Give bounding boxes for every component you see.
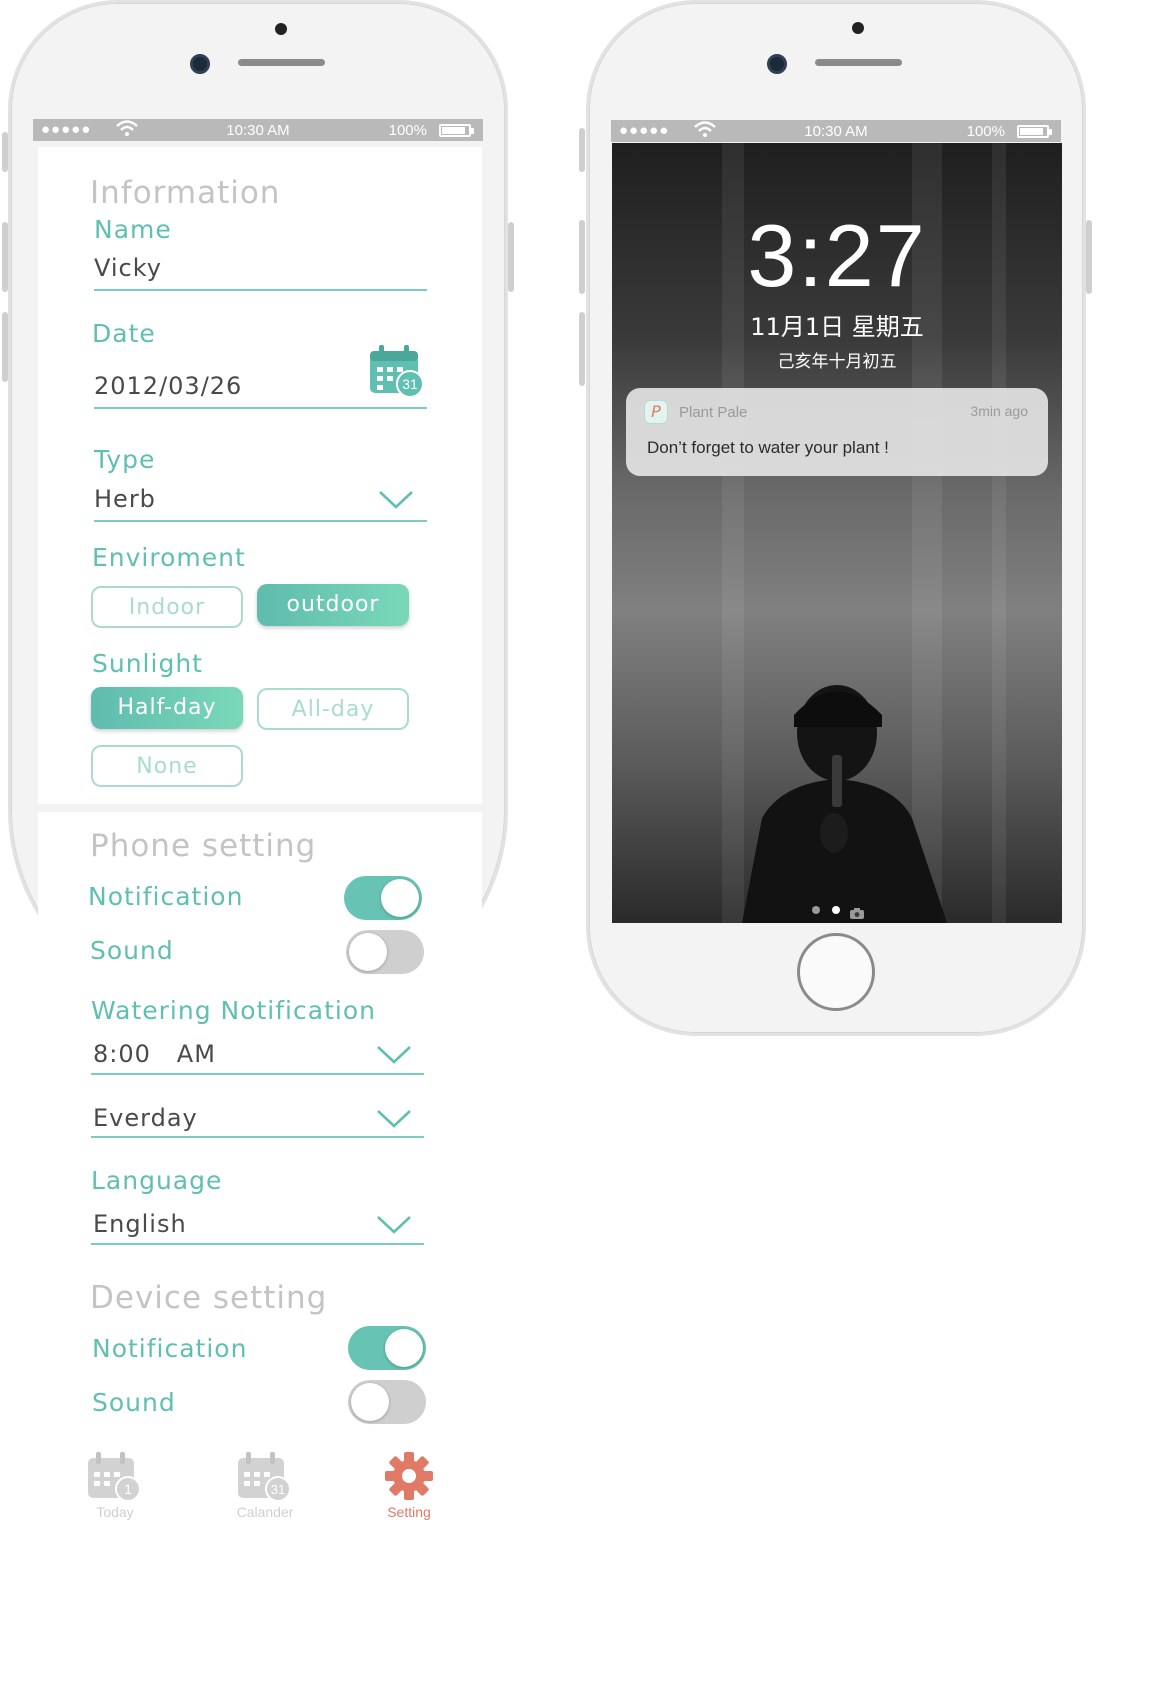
right-phone-volume-down	[579, 312, 585, 386]
lock-clock: 3:27	[747, 206, 927, 305]
right-phone-proximity-sensor	[852, 22, 864, 34]
right-phone-volume-up	[579, 220, 585, 294]
page-dot	[812, 906, 820, 914]
device-setting-title: Device setting	[90, 1280, 328, 1316]
calendar-badge: 31	[402, 376, 418, 392]
lock-screen: 3:27 11月1日 星期五 己亥年十月初五 P Plant Pale 3min…	[612, 143, 1062, 923]
all-day-option-button[interactable]: All-day	[257, 688, 409, 730]
lock-lunar-date: 己亥年十月初五	[777, 352, 897, 372]
phone-sound-toggle[interactable]	[346, 930, 424, 974]
left-phone-volume-down	[2, 312, 8, 382]
left-phone-earpiece	[238, 59, 325, 66]
lock-date: 11月1日 星期五	[750, 313, 924, 341]
language-dropdown[interactable]: English	[93, 1210, 187, 1238]
tab-setting-label: Setting	[387, 1504, 431, 1520]
tab-calander[interactable]: 31 Calander	[220, 1448, 310, 1520]
sunlight-label: Sunlight	[92, 649, 203, 678]
toggle-knob	[381, 879, 419, 917]
left-phone-silent-switch	[2, 132, 8, 172]
type-label: Type	[94, 445, 156, 474]
half-day-option-button[interactable]: Half-day	[91, 687, 243, 729]
battery-percent: 100%	[966, 123, 1005, 140]
left-phone-power-button	[508, 222, 514, 292]
none-option-button[interactable]: None	[91, 745, 243, 787]
battery-icon	[1017, 125, 1052, 138]
name-underline	[94, 289, 427, 291]
outdoor-option-button[interactable]: outdoor	[257, 584, 409, 626]
watering-time-underline	[91, 1073, 424, 1075]
type-dropdown-value[interactable]: Herb	[94, 485, 156, 513]
device-sound-label: Sound	[92, 1388, 176, 1417]
tab-bar: 1 Today 31 Calander Setting	[38, 1440, 482, 1540]
watering-frequency-dropdown[interactable]: Everday	[93, 1104, 198, 1132]
calendar-icon[interactable]: 31	[368, 343, 428, 399]
notification-message: Don’t forget to water your plant !	[647, 438, 889, 457]
plant-pale-notification[interactable]: P Plant Pale 3min ago Don’t forget to wa…	[626, 388, 1048, 476]
home-button[interactable]	[797, 933, 875, 1011]
indoor-option-button[interactable]: Indoor	[91, 586, 243, 628]
phone-setting-card: Phone setting Notification Sound Waterin…	[38, 812, 482, 1256]
chevron-down-icon[interactable]	[376, 1045, 412, 1065]
chevron-down-icon[interactable]	[376, 1215, 412, 1235]
language-label: Language	[91, 1166, 223, 1195]
watering-time-dropdown[interactable]: 8:00 AM	[93, 1040, 216, 1068]
information-card: Information Name Vicky Date 2012/03/26 3…	[38, 147, 482, 804]
tab-calander-label: Calander	[236, 1504, 294, 1520]
date-field[interactable]: 2012/03/26	[94, 372, 242, 400]
date-underline	[94, 407, 427, 409]
watering-frequency-underline	[91, 1136, 424, 1138]
toggle-knob	[349, 933, 387, 971]
language-underline	[91, 1243, 424, 1245]
page-dot-active	[832, 906, 840, 914]
plant-pale-app-icon: P	[644, 400, 668, 424]
camera-shortcut-icon[interactable]	[850, 904, 864, 919]
environment-label: Enviroment	[92, 543, 246, 572]
chevron-down-icon[interactable]	[378, 490, 414, 510]
tab-today[interactable]: 1 Today	[70, 1448, 160, 1520]
name-label: Name	[94, 215, 172, 244]
battery-icon	[439, 124, 474, 137]
gear-icon	[385, 1452, 433, 1500]
phone-notification-toggle[interactable]	[344, 876, 422, 920]
phone-notification-label: Notification	[88, 882, 244, 911]
toggle-knob	[351, 1383, 389, 1421]
today-calendar-icon: 1	[88, 1452, 141, 1502]
notification-app-name: Plant Pale	[679, 404, 748, 421]
notification-time: 3min ago	[970, 403, 1028, 419]
toggle-knob	[385, 1329, 423, 1367]
left-status-bar: ●●●●● 10:30 AM 100%	[33, 119, 483, 141]
right-status-bar: ●●●●● 10:30 AM 100%	[611, 120, 1061, 142]
device-sound-toggle[interactable]	[348, 1380, 426, 1424]
right-phone-power-button	[1086, 220, 1092, 294]
device-setting-card: Device setting Notification Sound	[38, 1264, 482, 1436]
left-phone-camera-icon	[190, 54, 210, 74]
tab-setting[interactable]: Setting	[364, 1448, 454, 1520]
watering-notification-label: Watering Notification	[91, 996, 376, 1025]
date-label: Date	[92, 319, 156, 348]
tab-today-label: Today	[96, 1504, 134, 1520]
left-phone-volume-up	[2, 222, 8, 292]
device-notification-toggle[interactable]	[348, 1326, 426, 1370]
right-phone-camera-icon	[767, 54, 787, 74]
today-badge: 1	[124, 1481, 132, 1497]
chevron-down-icon[interactable]	[376, 1109, 412, 1129]
battery-percent: 100%	[388, 122, 427, 139]
type-underline	[94, 520, 427, 522]
phone-sound-label: Sound	[90, 936, 174, 965]
right-phone-earpiece	[815, 59, 902, 66]
left-phone-proximity-sensor	[275, 23, 287, 35]
right-phone-silent-switch	[579, 128, 585, 172]
phone-setting-title: Phone setting	[90, 828, 317, 864]
information-title: Information	[90, 175, 281, 211]
device-notification-label: Notification	[92, 1334, 248, 1363]
name-field[interactable]: Vicky	[94, 254, 162, 282]
mockup-stage: ●●●●● 10:30 AM 100% Information Name Vic…	[0, 0, 1176, 1684]
calander-calendar-icon: 31	[238, 1452, 291, 1502]
calander-badge: 31	[271, 1482, 285, 1497]
